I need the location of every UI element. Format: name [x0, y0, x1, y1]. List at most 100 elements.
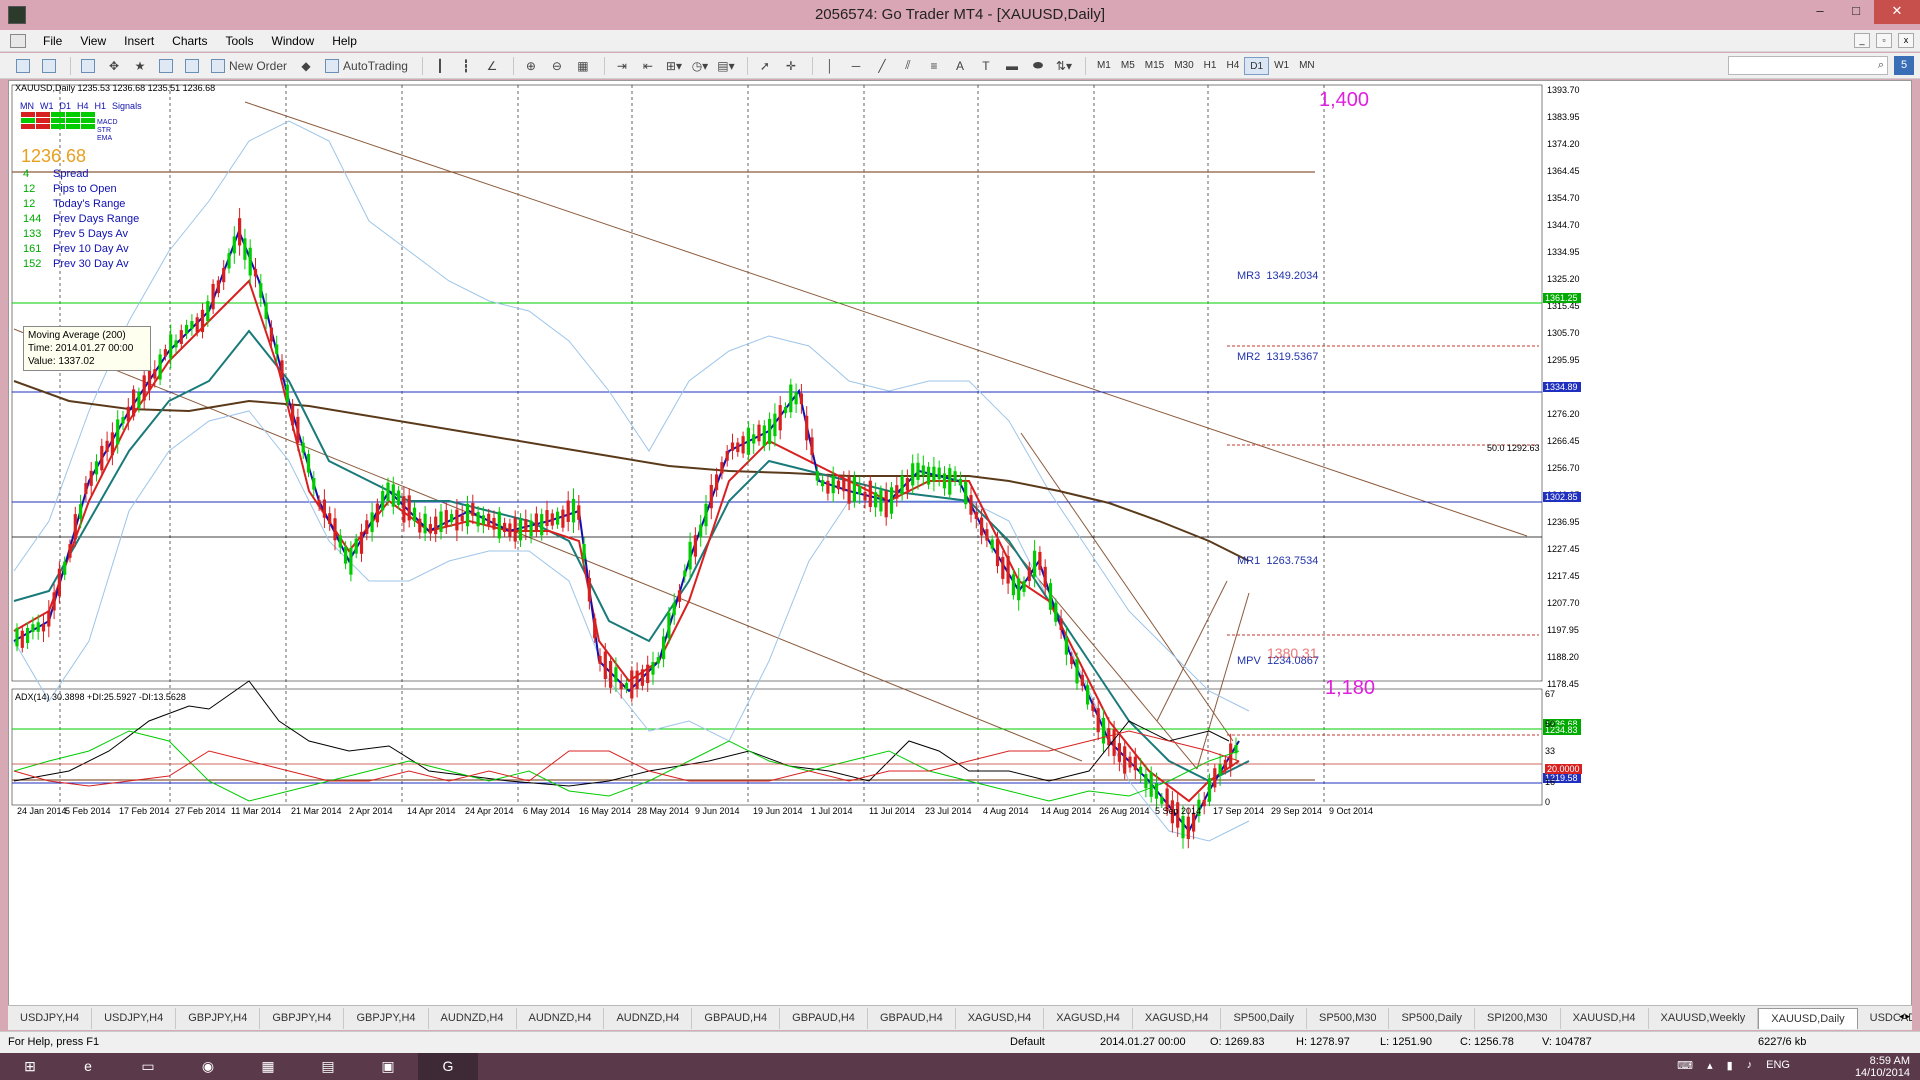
- autotrading-button[interactable]: AutoTrading: [321, 56, 412, 76]
- app-icon-2[interactable]: ▣: [358, 1053, 418, 1080]
- timeframe-d1[interactable]: D1: [1244, 56, 1270, 75]
- menu-help[interactable]: Help: [323, 34, 366, 48]
- tile-windows-icon[interactable]: ▦: [572, 56, 594, 76]
- search-icon[interactable]: ⌕: [1878, 59, 1884, 72]
- chart-tab[interactable]: GBPJPY,H4: [176, 1007, 261, 1029]
- new-chart-icon[interactable]: [12, 56, 34, 76]
- terminal-icon[interactable]: [155, 56, 177, 76]
- menu-insert[interactable]: Insert: [115, 34, 163, 48]
- chart-tab[interactable]: GBPJPY,H4: [260, 1007, 345, 1029]
- zoom-in-icon[interactable]: ⊕: [520, 56, 542, 76]
- language-indicator[interactable]: ENG: [1766, 1059, 1790, 1072]
- menu-charts[interactable]: Charts: [163, 34, 216, 48]
- chart-tab[interactable]: AUDNZD,H4: [517, 1007, 605, 1029]
- cursor-icon[interactable]: ➚: [754, 56, 776, 76]
- text-label-icon[interactable]: T: [975, 56, 997, 76]
- equidistant-channel-icon[interactable]: ⫽: [897, 56, 919, 76]
- chart-tab[interactable]: XAUUSD,H4: [1561, 1007, 1649, 1029]
- timeframe-m30[interactable]: M30: [1169, 57, 1198, 75]
- menu-view[interactable]: View: [71, 34, 115, 48]
- tray-arrow-icon[interactable]: ▴: [1707, 1059, 1713, 1072]
- chart-tab[interactable]: SPI200,M30: [1475, 1007, 1561, 1029]
- calculator-icon[interactable]: ▦: [238, 1053, 298, 1080]
- chart-tab[interactable]: SP500,Daily: [1221, 1007, 1307, 1029]
- app-icon-1[interactable]: ▤: [298, 1053, 358, 1080]
- ellipse-icon[interactable]: ⬬: [1027, 56, 1049, 76]
- chart-tab[interactable]: AUDNZD,H4: [429, 1007, 517, 1029]
- timeframe-h1[interactable]: H1: [1199, 57, 1222, 75]
- tab-scroll-right-icon[interactable]: ▸: [1905, 1011, 1910, 1022]
- timeframe-h4[interactable]: H4: [1221, 57, 1244, 75]
- navigator-icon[interactable]: ★: [129, 56, 151, 76]
- strategy-tester-icon[interactable]: [181, 56, 203, 76]
- new-order-button[interactable]: New Order: [207, 56, 291, 76]
- market-watch-icon[interactable]: [77, 56, 99, 76]
- start-button[interactable]: ⊞: [0, 1053, 60, 1080]
- chart-tab[interactable]: GBPAUD,H4: [868, 1007, 956, 1029]
- chart-tab[interactable]: AUDNZD,H4: [604, 1007, 693, 1029]
- bar-chart-icon[interactable]: ┃: [429, 56, 451, 76]
- keyboard-icon[interactable]: ⌨: [1677, 1059, 1693, 1072]
- periods-icon[interactable]: ◷▾: [689, 56, 711, 76]
- child-restore-button[interactable]: ▫: [1876, 33, 1892, 48]
- templates-icon[interactable]: ▤▾: [715, 56, 737, 76]
- rectangle-icon[interactable]: ▬: [1001, 56, 1023, 76]
- chart-tab[interactable]: XAGUSD,H4: [1044, 1007, 1133, 1029]
- horizontal-line-icon[interactable]: ─: [845, 56, 867, 76]
- data-window-icon[interactable]: ✥: [103, 56, 125, 76]
- price-tick: 1325.20: [1547, 274, 1580, 284]
- date-tick: 4 Aug 2014: [983, 806, 1029, 816]
- tab-scroll-left-icon[interactable]: ◂: [1899, 1011, 1904, 1022]
- auto-scroll-icon[interactable]: ⇥: [611, 56, 633, 76]
- timeframe-m1[interactable]: M1: [1092, 57, 1116, 75]
- chart-tab[interactable]: GBPAUD,H4: [780, 1007, 868, 1029]
- minimize-button[interactable]: –: [1802, 0, 1838, 24]
- text-icon[interactable]: A: [949, 56, 971, 76]
- close-button[interactable]: ✕: [1874, 0, 1920, 24]
- menu-tools[interactable]: Tools: [217, 34, 263, 48]
- zoom-out-icon[interactable]: ⊖: [546, 56, 568, 76]
- internet-explorer-icon[interactable]: e: [58, 1053, 118, 1080]
- search-input[interactable]: ⌕: [1728, 56, 1888, 75]
- chart-window-icon[interactable]: [10, 33, 26, 48]
- timeframe-m5[interactable]: M5: [1116, 57, 1140, 75]
- clock[interactable]: 8:59 AM 14/10/2014: [1855, 1055, 1910, 1079]
- mt4-taskbar-icon[interactable]: G: [418, 1053, 478, 1080]
- line-chart-icon[interactable]: ∠: [481, 56, 503, 76]
- fibonacci-icon[interactable]: ≡: [923, 56, 945, 76]
- menu-window[interactable]: Window: [263, 34, 324, 48]
- chart-tab[interactable]: XAGUSD,H4: [956, 1007, 1045, 1029]
- chart-tab[interactable]: XAGUSD,H4: [1133, 1007, 1222, 1029]
- crosshair-icon[interactable]: ✛: [780, 56, 802, 76]
- chart-window[interactable]: XAUUSD,Daily 1235.53 1236.68 1235.51 123…: [8, 80, 1912, 1014]
- chart-tab[interactable]: SP500,M30: [1307, 1007, 1390, 1029]
- chart-tab[interactable]: SP500,Daily: [1389, 1007, 1476, 1029]
- indicators-icon[interactable]: ⊞▾: [663, 56, 685, 76]
- child-close-button[interactable]: x: [1898, 33, 1914, 48]
- menu-file[interactable]: File: [34, 34, 71, 48]
- mql5-icon[interactable]: 5: [1894, 56, 1914, 75]
- network-icon[interactable]: ▮: [1727, 1059, 1733, 1072]
- chart-tab[interactable]: XAUUSD,Daily: [1758, 1007, 1858, 1029]
- chart-tab[interactable]: GBPAUD,H4: [692, 1007, 781, 1029]
- chart-tab[interactable]: GBPJPY,H4: [344, 1007, 429, 1029]
- chart-shift-icon[interactable]: ⇤: [637, 56, 659, 76]
- timeframe-mn[interactable]: MN: [1294, 57, 1320, 75]
- maximize-button[interactable]: □: [1838, 0, 1874, 24]
- chart-tab[interactable]: USDJPY,H4: [8, 1007, 93, 1029]
- trendline-icon[interactable]: ╱: [871, 56, 893, 76]
- timeframe-w1[interactable]: W1: [1269, 57, 1294, 75]
- vertical-line-icon[interactable]: │: [819, 56, 841, 76]
- chrome-icon[interactable]: ◉: [178, 1053, 238, 1080]
- arrows-icon[interactable]: ⇅▾: [1053, 56, 1075, 76]
- timeframe-m15[interactable]: M15: [1140, 57, 1169, 75]
- file-explorer-icon[interactable]: ▭: [118, 1053, 178, 1080]
- chart-tab[interactable]: XAUUSD,Weekly: [1649, 1007, 1759, 1029]
- candlestick-icon[interactable]: ┇: [455, 56, 477, 76]
- chart-tab[interactable]: USDJPY,H4: [92, 1007, 177, 1029]
- status-low: L: 1251.90: [1380, 1036, 1432, 1048]
- profiles-icon[interactable]: [38, 56, 60, 76]
- metaeditor-icon[interactable]: ◆: [295, 56, 317, 76]
- volume-icon[interactable]: ♪: [1747, 1059, 1753, 1072]
- child-minimize-button[interactable]: _: [1854, 33, 1870, 48]
